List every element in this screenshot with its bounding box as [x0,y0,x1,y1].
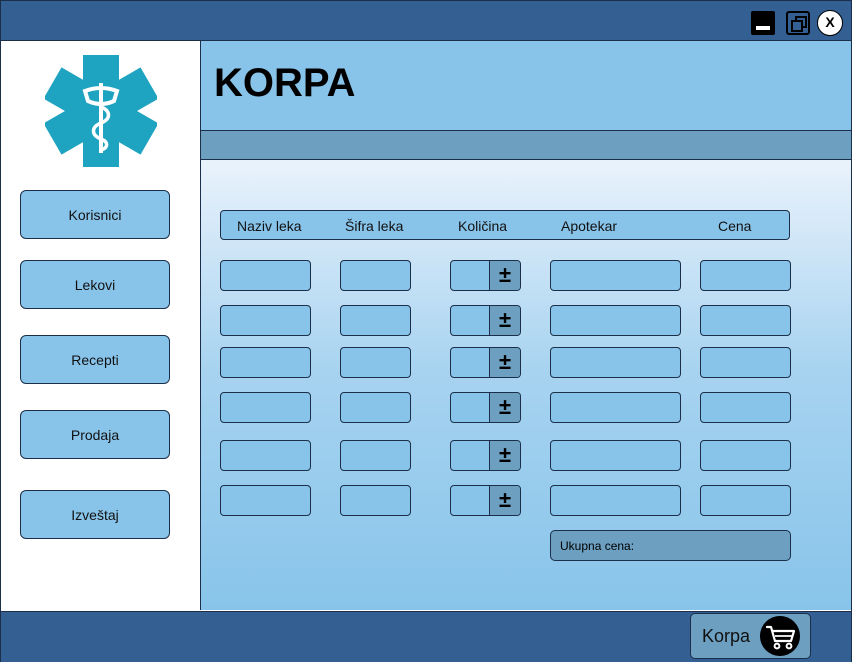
sidebar-item-korisnici[interactable]: Korisnici [20,190,170,239]
column-header-kolicina: Količina [458,218,508,234]
bottom-bar: Korpa [1,611,851,662]
plus-minus-button[interactable]: ± [489,393,520,422]
plus-minus-button[interactable]: ± [489,306,520,335]
main-content: KORPA Naziv leka Šifra leka Količina Apo… [201,41,851,610]
sidebar-item-label: Lekovi [74,276,116,293]
cena-field[interactable] [700,260,791,291]
sifra-leka-field[interactable] [340,260,411,291]
column-header-sifra: Šifra leka [345,218,404,234]
apotekar-field[interactable] [550,305,681,336]
sidebar-item-label: Korisnici [68,206,122,223]
column-header-naziv: Naziv leka [237,218,302,234]
page-title: KORPA [214,61,356,105]
sidebar-item-label: Izveštaj [71,506,119,523]
cena-field[interactable] [700,440,791,471]
apotekar-field[interactable] [550,440,681,471]
total-price-field: Ukupna cena: [550,530,791,561]
plus-minus-button[interactable]: ± [489,348,520,377]
cena-field[interactable] [700,392,791,423]
shopping-cart-icon [760,616,800,656]
sifra-leka-field[interactable] [340,440,411,471]
cena-field[interactable] [700,347,791,378]
sidebar-item-izvestaj[interactable]: Izveštaj [20,490,170,539]
sidebar-item-recepti[interactable]: Recepti [20,335,170,384]
sidebar-item-lekovi[interactable]: Lekovi [20,260,170,309]
table-header: Naziv leka Šifra leka Količina Apotekar … [220,210,790,240]
sifra-leka-field[interactable] [340,485,411,516]
quantity-stepper[interactable]: ± [450,392,521,423]
quantity-stepper[interactable]: ± [450,485,521,516]
plus-minus-button[interactable]: ± [489,486,520,515]
title-bar: X [1,1,851,41]
naziv-leka-field[interactable] [220,347,311,378]
sub-header-bar [201,131,851,160]
plus-minus-button[interactable]: ± [489,441,520,470]
close-button[interactable]: X [817,10,843,36]
apotekar-field[interactable] [550,392,681,423]
sifra-leka-field[interactable] [340,347,411,378]
quantity-stepper[interactable]: ± [450,305,521,336]
sidebar: Korisnici Lekovi Recepti Prodaja Izvešta… [1,41,201,610]
restore-icon[interactable] [786,11,810,35]
apotekar-field[interactable] [550,347,681,378]
apotekar-field[interactable] [550,260,681,291]
cena-field[interactable] [700,485,791,516]
apotekar-field[interactable] [550,485,681,516]
column-header-apotekar: Apotekar [561,218,618,234]
quantity-stepper[interactable]: ± [450,440,521,471]
plus-minus-button[interactable]: ± [489,261,520,290]
naziv-leka-field[interactable] [220,260,311,291]
naziv-leka-field[interactable] [220,440,311,471]
total-price-label: Ukupna cena: [560,539,635,553]
naziv-leka-field[interactable] [220,305,311,336]
naziv-leka-field[interactable] [220,392,311,423]
column-header-cena: Cena [718,218,752,234]
cart-button[interactable]: Korpa [690,613,811,659]
cart-button-label: Korpa [702,626,751,646]
sidebar-item-label: Prodaja [70,426,120,443]
sidebar-item-label: Recepti [71,351,119,368]
minimize-icon[interactable] [751,11,775,35]
naziv-leka-field[interactable] [220,485,311,516]
quantity-stepper[interactable]: ± [450,347,521,378]
cena-field[interactable] [700,305,791,336]
quantity-stepper[interactable]: ± [450,260,521,291]
sidebar-item-prodaja[interactable]: Prodaja [20,410,170,459]
sifra-leka-field[interactable] [340,305,411,336]
star-of-life-icon [45,55,157,167]
page-header: KORPA [201,41,851,131]
sifra-leka-field[interactable] [340,392,411,423]
